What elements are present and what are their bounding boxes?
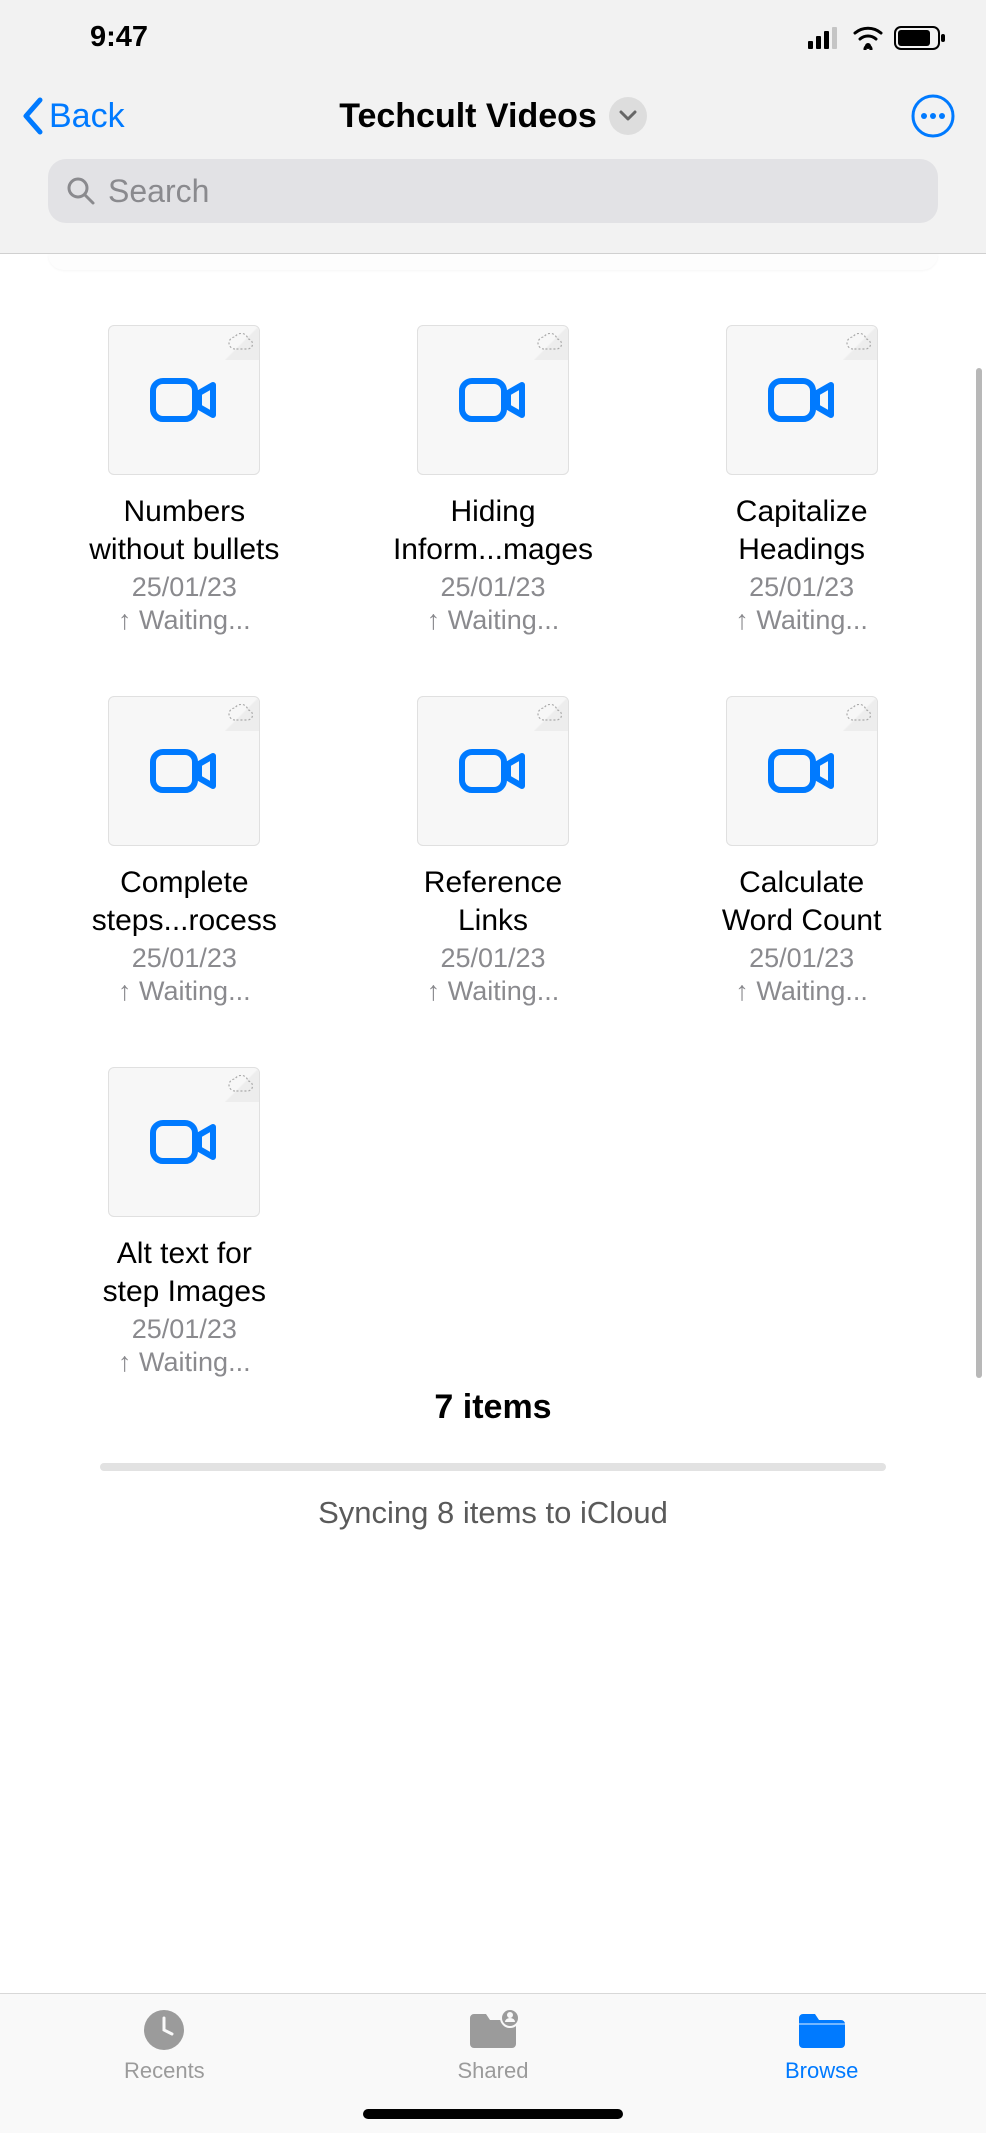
video-icon [149, 375, 219, 425]
cloud-icon [537, 333, 563, 351]
video-icon [767, 375, 837, 425]
sync-progress-bar [100, 1463, 886, 1471]
file-status: ↑ Waiting... [118, 1347, 251, 1378]
clock-icon [142, 2008, 186, 2052]
item-count: 7 items [0, 1388, 986, 1427]
status-bar: 9:47 [0, 0, 986, 75]
cellular-icon [808, 27, 842, 49]
battery-icon [894, 26, 946, 50]
file-name: Alt text forstep Images [103, 1235, 266, 1310]
file-item[interactable]: CalculateWord Count 25/01/23 ↑ Waiting..… [672, 696, 931, 1007]
file-status: ↑ Waiting... [118, 605, 251, 636]
file-thumbnail [726, 696, 878, 846]
file-name: Numberswithout bullets [89, 493, 279, 568]
file-name: CalculateWord Count [722, 864, 882, 939]
file-item[interactable]: ReferenceLinks 25/01/23 ↑ Waiting... [364, 696, 623, 1007]
file-thumbnail [417, 696, 569, 846]
shared-folder-icon [466, 2008, 520, 2052]
file-name: Completesteps...rocess [92, 864, 277, 939]
file-item[interactable]: CapitalizeHeadings 25/01/23 ↑ Waiting... [672, 325, 931, 636]
more-options-button[interactable] [910, 93, 956, 139]
file-item[interactable]: HidingInform...mages 25/01/23 ↑ Waiting.… [364, 325, 623, 636]
cloud-icon [228, 333, 254, 351]
home-indicator[interactable] [363, 2109, 623, 2119]
cloud-icon [846, 333, 872, 351]
file-status: ↑ Waiting... [735, 605, 868, 636]
file-thumbnail [108, 696, 260, 846]
cloud-icon [846, 704, 872, 722]
file-item[interactable]: Completesteps...rocess 25/01/23 ↑ Waitin… [55, 696, 314, 1007]
back-label: Back [49, 97, 125, 136]
file-date: 25/01/23 [132, 572, 237, 603]
file-date: 25/01/23 [749, 572, 854, 603]
file-thumbnail [108, 1067, 260, 1217]
sync-status-text: Syncing 8 items to iCloud [0, 1495, 986, 1531]
file-name: CapitalizeHeadings [736, 493, 868, 568]
cloud-icon [228, 1075, 254, 1093]
file-date: 25/01/23 [440, 943, 545, 974]
previous-card-remnant [48, 254, 938, 270]
status-time: 9:47 [90, 21, 148, 54]
wifi-icon [852, 26, 884, 50]
folder-dropdown-button[interactable] [609, 97, 647, 135]
file-date: 25/01/23 [132, 943, 237, 974]
status-icons [808, 26, 946, 50]
search-container [0, 159, 986, 253]
scroll-indicator[interactable] [976, 368, 982, 1378]
page-title: Techcult Videos [339, 97, 597, 136]
tab-browse[interactable]: Browse [732, 2008, 912, 2084]
file-thumbnail [108, 325, 260, 475]
search-icon [66, 176, 96, 206]
search-bar[interactable] [48, 159, 938, 223]
tab-label: Browse [785, 2058, 858, 2084]
file-name: HidingInform...mages [393, 493, 593, 568]
back-button[interactable]: Back [20, 96, 125, 136]
file-thumbnail [726, 325, 878, 475]
cloud-icon [537, 704, 563, 722]
video-icon [149, 746, 219, 796]
search-input[interactable] [108, 173, 920, 210]
video-icon [458, 375, 528, 425]
file-status: ↑ Waiting... [427, 976, 560, 1007]
file-status: ↑ Waiting... [427, 605, 560, 636]
chevron-down-icon [619, 110, 637, 122]
navigation-header: Back Techcult Videos [0, 75, 986, 159]
cloud-icon [228, 704, 254, 722]
chevron-left-icon [20, 96, 44, 136]
sync-progress-container [100, 1463, 886, 1471]
file-name: ReferenceLinks [424, 864, 562, 939]
file-date: 25/01/23 [749, 943, 854, 974]
tab-label: Shared [458, 2058, 529, 2084]
file-status: ↑ Waiting... [118, 976, 251, 1007]
tab-recents[interactable]: Recents [74, 2008, 254, 2084]
tab-label: Recents [124, 2058, 205, 2084]
tab-shared[interactable]: Shared [403, 2008, 583, 2084]
file-status: ↑ Waiting... [735, 976, 868, 1007]
video-icon [767, 746, 837, 796]
video-icon [458, 746, 528, 796]
ellipsis-circle-icon [910, 93, 956, 139]
file-item[interactable]: Numberswithout bullets 25/01/23 ↑ Waitin… [55, 325, 314, 636]
file-date: 25/01/23 [440, 572, 545, 603]
file-grid: Numberswithout bullets 25/01/23 ↑ Waitin… [0, 270, 986, 1378]
file-item[interactable]: Alt text forstep Images 25/01/23 ↑ Waiti… [55, 1067, 314, 1378]
video-icon [149, 1117, 219, 1167]
folder-icon [795, 2008, 849, 2052]
file-date: 25/01/23 [132, 1314, 237, 1345]
file-thumbnail [417, 325, 569, 475]
